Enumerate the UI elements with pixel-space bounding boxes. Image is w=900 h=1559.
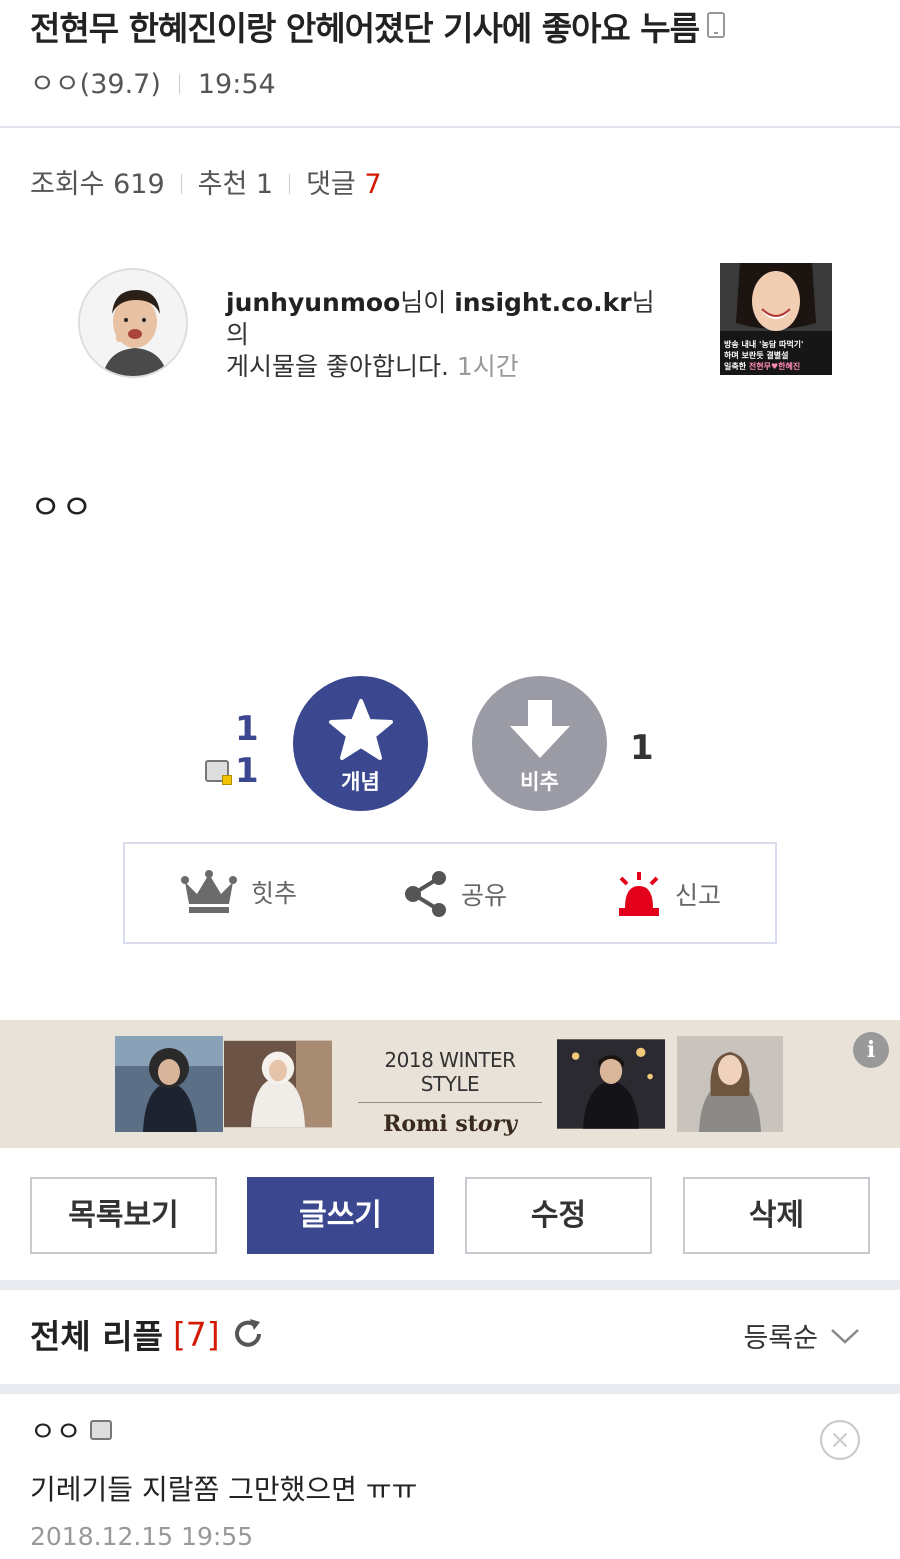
delete-button[interactable]: 삭제 bbox=[683, 1177, 870, 1254]
thumbnail-caption-line: 일축한 전현무♥한혜진 bbox=[724, 361, 830, 372]
meta-divider bbox=[178, 74, 180, 94]
refresh-icon[interactable] bbox=[230, 1316, 266, 1352]
comment-author: ㅇㅇ bbox=[30, 1415, 82, 1448]
recommend-area: 1 1 개념 비추 1 bbox=[0, 672, 900, 817]
replies-header: 전체 리플 [7] bbox=[30, 1310, 266, 1358]
post-time: 19:54 bbox=[197, 69, 276, 100]
edit-button[interactable]: 수정 bbox=[465, 1177, 652, 1254]
recommend-count: 추천 1 bbox=[197, 169, 274, 200]
upvote-counts: 1 1 bbox=[205, 708, 259, 792]
ad-photo bbox=[557, 1039, 665, 1129]
mobile-device-icon bbox=[707, 12, 726, 38]
post-author: ㅇㅇ(39.7) bbox=[30, 69, 161, 100]
replies-count: [7] bbox=[172, 1314, 220, 1354]
ad-headline: 2018 WINTER STYLE bbox=[358, 1048, 542, 1103]
activity-target[interactable]: insight.co.kr bbox=[454, 288, 631, 317]
upvote-label: 개념 bbox=[341, 770, 380, 794]
section-divider bbox=[0, 1384, 900, 1394]
post-header: 전현무 한혜진이랑 안헤어졌단 기사에 좋아요 누름 ㅇㅇ(39.7) 19:54 bbox=[0, 0, 900, 128]
comment-text: 기레기들 지랄쫌 그만했으면 ㅠㅠ bbox=[30, 1473, 418, 1506]
siren-icon bbox=[619, 872, 659, 916]
ad-brand-main: Romi st bbox=[383, 1111, 478, 1137]
ad-photo bbox=[677, 1036, 783, 1132]
hit-button[interactable]: 힛추 bbox=[179, 870, 297, 914]
ad-photo bbox=[224, 1040, 332, 1128]
activity-text: junhyunmoo님이 insight.co.kr님의 게시물을 좋아합니다.… bbox=[226, 287, 666, 383]
post-buttons: 목록보기 글쓰기 수정 삭제 bbox=[30, 1177, 870, 1254]
embedded-activity-card: junhyunmoo님이 insight.co.kr님의 게시물을 좋아합니다.… bbox=[78, 263, 838, 383]
ad-text: 2018 WINTER STYLE Romi story bbox=[358, 1048, 542, 1137]
post-actions: 힛추 공유 신고 bbox=[123, 842, 777, 944]
post-stats: 조회수 619 추천 1 댓글 7 bbox=[30, 162, 382, 201]
activity-user-suffix: 님이 bbox=[400, 288, 455, 317]
fixed-upvote-count: 1 bbox=[235, 751, 259, 791]
activity-action: 게시물을 좋아합니다. bbox=[226, 352, 449, 381]
arrow-down-icon bbox=[510, 700, 570, 758]
avatar bbox=[78, 268, 188, 378]
section-divider bbox=[0, 1280, 900, 1290]
upvote-button[interactable]: 개념 bbox=[293, 676, 428, 811]
upvote-count: 1 bbox=[235, 709, 259, 749]
downvote-button[interactable]: 비추 bbox=[472, 676, 607, 811]
post-title-text: 전현무 한혜진이랑 안헤어졌단 기사에 좋아요 누름 bbox=[30, 9, 700, 48]
thumbnail-caption: 방송 내내 '농담 따먹기' 하며 보란듯 결별설 일축한 전현무♥한혜진 bbox=[724, 339, 830, 372]
write-button[interactable]: 글쓰기 bbox=[247, 1177, 434, 1254]
user-type-icon bbox=[89, 1420, 112, 1440]
downvote-count: 1 bbox=[630, 728, 654, 768]
view-count: 조회수 619 bbox=[30, 169, 165, 200]
ad-brand: Romi story bbox=[358, 1103, 542, 1137]
star-icon bbox=[329, 699, 393, 760]
hit-label: 힛추 bbox=[251, 879, 298, 908]
share-icon bbox=[405, 871, 446, 917]
thumbnail-caption-text: 일축한 bbox=[724, 362, 749, 371]
thumbnail-caption-line: 방송 내내 '농담 따먹기' bbox=[724, 340, 804, 349]
activity-time: 1시간 bbox=[456, 352, 519, 381]
share-label: 공유 bbox=[461, 881, 508, 910]
activity-thumbnail[interactable]: 방송 내내 '농담 따먹기' 하며 보란듯 결별설 일축한 전현무♥한혜진 bbox=[720, 263, 832, 375]
ad-banner[interactable]: 2018 WINTER STYLE Romi story bbox=[0, 1020, 900, 1148]
post-meta: ㅇㅇ(39.7) 19:54 bbox=[30, 62, 276, 101]
post-body: ㅇㅇ bbox=[30, 488, 93, 528]
avatar-photo bbox=[80, 270, 186, 376]
post-title: 전현무 한혜진이랑 안헤어졌단 기사에 좋아요 누름 bbox=[30, 2, 726, 50]
fixed-upvote-row: 1 bbox=[205, 750, 259, 792]
ad-brand-script: ory bbox=[477, 1111, 517, 1137]
comment-author-row: ㅇㅇ bbox=[30, 1410, 870, 1450]
share-button[interactable]: 공유 bbox=[403, 870, 507, 918]
ad-info-icon[interactable]: i bbox=[853, 1032, 889, 1068]
list-button[interactable]: 목록보기 bbox=[30, 1177, 217, 1254]
report-label: 신고 bbox=[675, 881, 722, 910]
stats-divider bbox=[180, 174, 182, 194]
comment-count[interactable]: 7 bbox=[364, 169, 381, 200]
comment-count-label: 댓글 bbox=[306, 169, 356, 200]
ad-photo bbox=[115, 1036, 223, 1132]
sort-dropdown[interactable]: 등록순 bbox=[743, 1316, 860, 1355]
replies-title: 전체 리플 bbox=[30, 1317, 163, 1356]
thumbnail-caption-highlight: 전현무♥한혜진 bbox=[748, 362, 801, 371]
downvote-label: 비추 bbox=[520, 770, 559, 794]
stats-divider bbox=[289, 174, 291, 194]
comment-date: 2018.12.15 19:55 bbox=[30, 1522, 254, 1551]
fixed-user-icon bbox=[205, 760, 232, 785]
report-button[interactable]: 신고 bbox=[615, 870, 721, 918]
comment-item: ㅇㅇ 기레기들 지랄쫌 그만했으면 ㅠㅠ 2018.12.15 19:55 bbox=[30, 1410, 870, 1551]
thumbnail-caption-line: 하며 보란듯 결별설 bbox=[724, 351, 789, 360]
crown-icon bbox=[181, 870, 237, 913]
sort-label: 등록순 bbox=[743, 1323, 818, 1354]
comment-delete-icon[interactable] bbox=[820, 1420, 860, 1460]
activity-user[interactable]: junhyunmoo bbox=[226, 288, 400, 317]
chevron-down-icon bbox=[831, 1328, 859, 1344]
